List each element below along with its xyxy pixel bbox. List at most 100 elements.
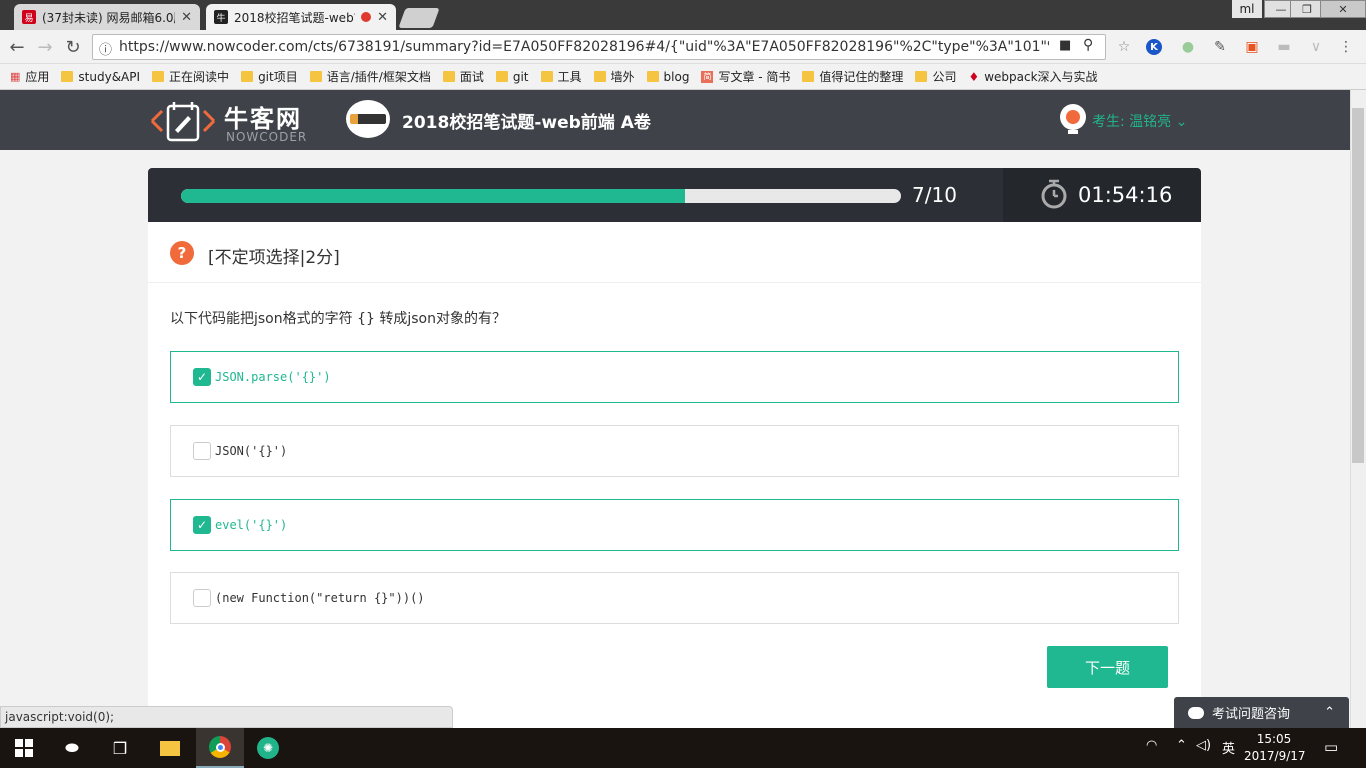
ime-indicator[interactable]: 英 <box>1222 738 1235 757</box>
office-icon[interactable]: ▣ <box>1242 37 1262 57</box>
nowcoder-icon: 牛 <box>214 10 228 24</box>
extension-gray-icon[interactable]: ▬ <box>1274 37 1294 57</box>
answer-option-c[interactable]: ✓ evel('{}') <box>170 499 1179 551</box>
bookmark-item[interactable]: 墙外 <box>593 68 635 85</box>
option-text: JSON.parse('{}') <box>215 370 331 384</box>
notification-icon[interactable]: ▭ <box>1324 738 1338 756</box>
extension-dot-icon[interactable]: ● <box>1178 37 1198 57</box>
bookmark-item[interactable]: blog <box>646 70 689 84</box>
tray-chevron-up-icon[interactable]: ⌃ <box>1176 738 1187 753</box>
avatar-icon <box>1066 110 1080 124</box>
folder-icon <box>802 71 815 82</box>
tab-nowcoder[interactable]: 牛 2018校招笔试题-web前端 A卷 ✕ <box>206 4 396 30</box>
new-tab-button[interactable] <box>398 8 440 28</box>
webpack-icon: ♦ <box>968 69 980 84</box>
window-close-button[interactable]: ✕ <box>1320 0 1366 18</box>
back-button[interactable]: ← <box>6 36 28 58</box>
examinee-menu[interactable]: 考生: 温铭亮 ⌄ <box>1092 111 1187 131</box>
examinee-name: 考生: 温铭亮 <box>1092 114 1172 130</box>
reload-button[interactable]: ↻ <box>62 36 84 58</box>
profile-button[interactable]: ml <box>1232 0 1262 18</box>
clock-time: 15:05 <box>1256 732 1292 746</box>
status-bar: javascript:void(0); <box>0 706 453 728</box>
folder-icon <box>309 71 322 82</box>
checkbox[interactable]: ✓ <box>193 516 211 534</box>
folder-icon <box>152 71 165 82</box>
close-icon[interactable]: ✕ <box>377 10 388 25</box>
folder-icon <box>646 71 659 82</box>
question-type: [不定项选择|2分] <box>208 248 340 268</box>
recording-icon <box>361 12 372 22</box>
avatar[interactable] <box>1060 104 1086 130</box>
nowcoder-logo-icon[interactable] <box>148 98 218 144</box>
avatar-stand <box>1068 130 1078 134</box>
option-text: evel('{}') <box>215 518 288 532</box>
forward-button[interactable]: → <box>34 36 56 58</box>
folder-icon <box>241 71 254 82</box>
logo-subtitle: NOWCODER <box>226 130 308 144</box>
question-text: 以下代码能把json格式的字符 {} 转成json对象的有？ <box>170 311 506 327</box>
answer-option-a[interactable]: ✓ JSON.parse('{}') <box>170 351 1179 403</box>
chrome-icon[interactable] <box>196 728 244 768</box>
checkbox[interactable]: ✓ <box>193 589 211 607</box>
file-explorer-icon[interactable] <box>146 728 194 768</box>
tab-title: 2018校招笔试题-web前端 A卷 <box>234 10 355 25</box>
star-icon[interactable]: ☆ <box>1114 37 1134 57</box>
company-logo <box>346 100 390 138</box>
address-bar[interactable]: ⓘ https://www.nowcoder.com/cts/6738191/s… <box>92 34 1106 60</box>
logo-title[interactable]: 牛客网 <box>224 99 302 134</box>
chat-icon <box>1188 706 1204 719</box>
app-icon[interactable]: ✺ <box>244 728 292 768</box>
bookmarks-bar: ▦ 应用 study&API 正在阅读中 git项目 语言/插件/框架文档 面试 … <box>0 64 1366 90</box>
info-icon: ⓘ <box>99 43 113 58</box>
bookmark-item[interactable]: 值得记住的整理 <box>802 68 903 85</box>
volume-icon[interactable]: ◁) <box>1196 738 1211 753</box>
tab-netease-mail[interactable]: 易 (37封未读) 网易邮箱6.0版 ✕ <box>14 4 200 30</box>
bookmark-jianshu[interactable]: 简写文章 - 简书 <box>701 68 790 85</box>
close-icon[interactable]: ✕ <box>181 10 192 25</box>
system-clock[interactable]: 15:05 2017/9/17 <box>1244 731 1306 765</box>
tab-strip <box>0 0 1366 30</box>
bookmark-item[interactable]: git项目 <box>241 68 298 85</box>
bookmark-item[interactable]: 面试 <box>442 68 484 85</box>
bookmark-item[interactable]: git <box>495 70 529 84</box>
folder-icon <box>61 71 74 82</box>
help-chat-button[interactable]: 考试问题咨询 ⌃ <box>1174 697 1349 728</box>
folder-icon <box>540 71 553 82</box>
bookmark-apps[interactable]: ▦ 应用 <box>10 68 49 85</box>
eyedropper-icon[interactable]: ✎ <box>1210 37 1230 57</box>
checkbox[interactable]: ✓ <box>193 442 211 460</box>
answer-option-d[interactable]: ✓ (new Function("return {}"))() <box>170 572 1179 624</box>
bookmark-item[interactable]: 语言/插件/框架文档 <box>309 68 431 85</box>
stopwatch-icon <box>1041 179 1067 209</box>
windows-start-icon[interactable] <box>0 728 48 768</box>
bookmark-item[interactable]: 工具 <box>540 68 582 85</box>
option-text: JSON('{}') <box>215 444 288 458</box>
next-question-button[interactable]: 下一题 <box>1047 646 1168 688</box>
netease-mail-icon: 易 <box>22 10 36 24</box>
option-text: (new Function("return {}"))() <box>215 591 425 605</box>
help-label: 考试问题咨询 <box>1212 707 1291 722</box>
cortana-icon[interactable]: ⬬ <box>48 728 96 768</box>
extension-v-icon[interactable]: ∨ <box>1306 37 1326 57</box>
bookmark-item[interactable]: 公司 <box>915 68 956 85</box>
bookmark-item[interactable]: 正在阅读中 <box>152 68 229 85</box>
progress-fill <box>181 189 685 203</box>
task-view-icon[interactable]: ❒ <box>96 728 144 768</box>
bookmark-webpack[interactable]: ♦ webpack深入与实战 <box>968 68 1097 85</box>
zoom-icon[interactable]: ⚲ <box>1083 37 1093 53</box>
menu-icon[interactable]: ⋮ <box>1336 37 1356 57</box>
scrollbar-thumb[interactable] <box>1352 108 1364 463</box>
chevron-up-icon[interactable]: ⌃ <box>1324 705 1335 720</box>
bookmark-item[interactable]: study&API <box>61 70 140 84</box>
exam-title: 2018校招笔试题-web前端 A卷 <box>402 113 651 133</box>
folder-icon <box>495 71 508 82</box>
answer-option-b[interactable]: ✓ JSON('{}') <box>170 425 1179 477</box>
question-mark-icon: ? <box>170 241 194 265</box>
restore-button[interactable]: ❐ <box>1290 0 1324 18</box>
check-icon: ✓ <box>196 370 208 384</box>
checkbox[interactable]: ✓ <box>193 368 211 386</box>
extension-k-icon[interactable]: K <box>1146 39 1162 55</box>
camera-icon[interactable]: ■ <box>1059 38 1071 53</box>
wifi-icon[interactable]: ◠ <box>1146 738 1157 753</box>
